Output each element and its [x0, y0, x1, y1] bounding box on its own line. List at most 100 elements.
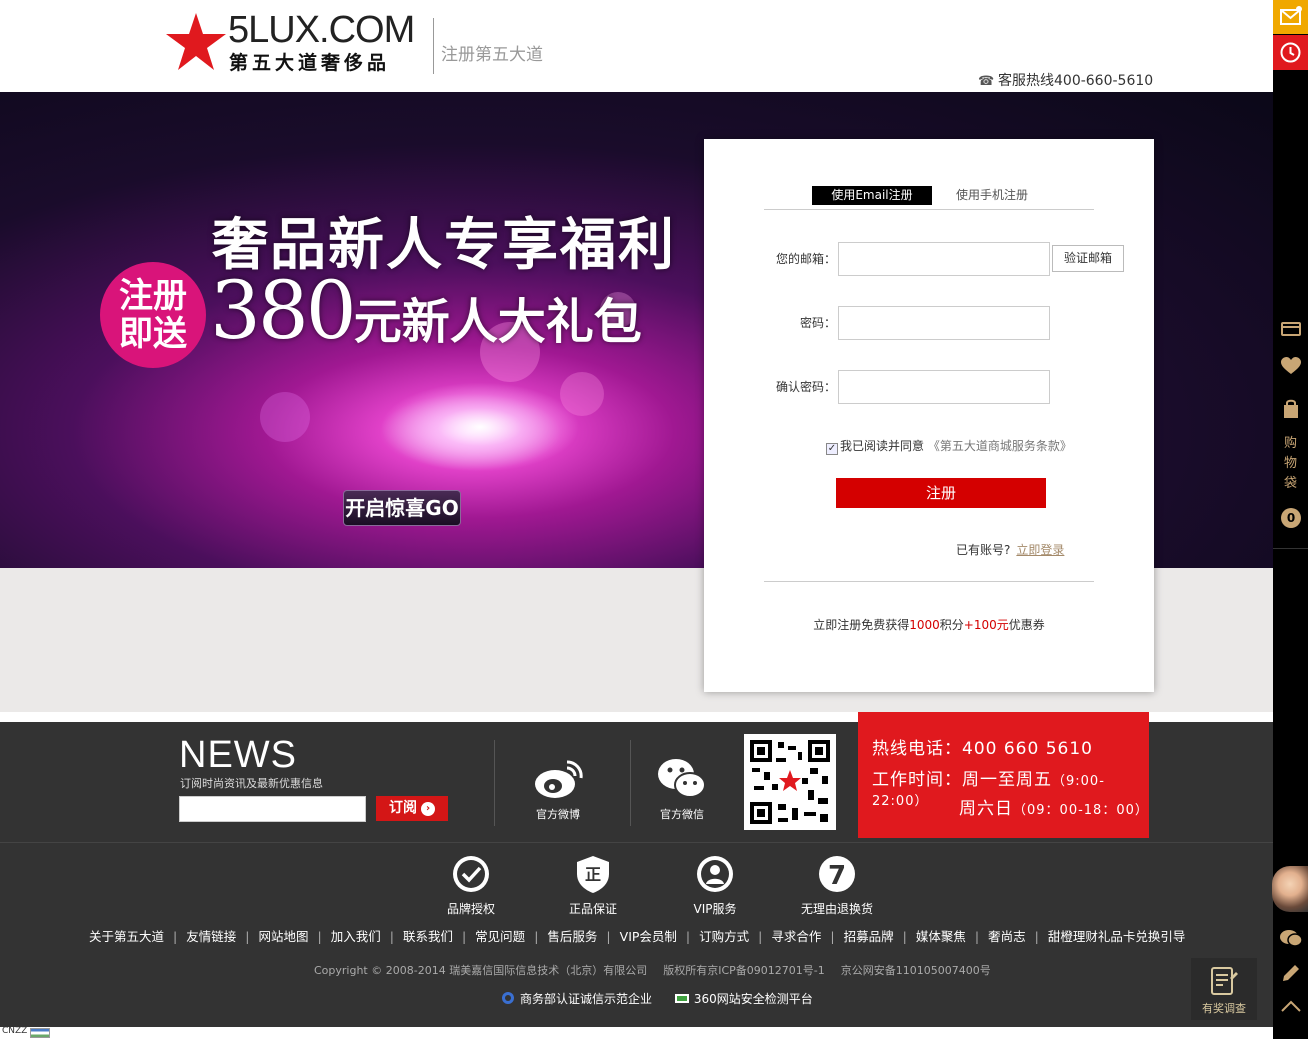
tab-email-register[interactable]: 使用Email注册 — [812, 186, 932, 205]
service-return[interactable]: 7 无理由退换货 — [792, 854, 882, 917]
pencil-icon — [1282, 965, 1299, 981]
logo-subtitle[interactable]: 第五大道奢侈品 — [229, 48, 390, 75]
promo-pre: 立即注册免费获得 — [813, 618, 910, 632]
cert-360[interactable]: 360网站安全检测平台 — [674, 990, 813, 1007]
sidebar-cart-label[interactable]: 购物袋 — [1273, 434, 1308, 494]
confirm-password-field[interactable] — [838, 370, 1050, 404]
email-field[interactable] — [838, 242, 1050, 276]
arrow-right-icon: › — [421, 802, 435, 816]
header-hotline: ☎ 客服热线400-660-5610 — [978, 70, 1153, 90]
certifications: 商务部认证诚信示范企业 360网站安全检测平台 — [500, 990, 831, 1007]
cart-count-badge: 0 — [1281, 508, 1301, 528]
svg-text:正: 正 — [585, 865, 601, 884]
sidebar-feedback[interactable] — [1273, 0, 1308, 34]
phone-icon: ☎ — [978, 74, 995, 89]
register-submit-button[interactable]: 注册 — [836, 478, 1046, 508]
cert-commerce[interactable]: 商务部认证诚信示范企业 — [500, 990, 652, 1007]
service-vip[interactable]: VIP服务 — [670, 854, 760, 917]
password-field[interactable] — [838, 306, 1050, 340]
agree-terms: ✓ 我已阅读并同意 《第五大道商城服务条款》 — [826, 437, 1072, 455]
promo-coupon: +100元 — [963, 618, 1009, 632]
header-divider — [433, 18, 434, 74]
footer-divider — [630, 740, 631, 826]
sidebar-favorites[interactable] — [1273, 356, 1308, 380]
panel-divider — [764, 581, 1094, 582]
heart-icon — [1280, 357, 1301, 374]
banner-go-button[interactable]: 开启惊喜GO — [343, 490, 461, 526]
promo-post: 优惠券 — [1008, 618, 1045, 632]
footer-link[interactable]: 寻求合作 — [762, 926, 830, 945]
cert1-label: 商务部认证诚信示范企业 — [520, 992, 653, 1006]
header: 5LUX.COM 第五大道奢侈品 注册第五大道 ☎ 客服热线400-660-561… — [0, 0, 1273, 92]
newsletter-email-input[interactable] — [179, 796, 366, 822]
promo-points: 1000 — [909, 618, 940, 632]
weixin-link[interactable]: 官方微信 — [642, 756, 722, 822]
logo-text[interactable]: 5LUX.COM — [228, 10, 415, 50]
copyright: Copyright © 2008-2014 瑞美嘉信国际信息技术（北京）有限公司… — [314, 962, 1007, 978]
sidebar-history[interactable] — [1273, 35, 1308, 70]
footer-link[interactable]: 友情链接 — [177, 926, 245, 945]
register-promo: 立即注册免费获得1000积分+100元优惠券 — [704, 616, 1154, 633]
agree-checkbox[interactable]: ✓ — [826, 443, 838, 455]
footer-link[interactable]: 招募品牌 — [835, 926, 903, 945]
hours-weekend-time: （09：00-18：00） — [1013, 803, 1149, 818]
badge-line2: 即送 — [119, 314, 187, 354]
footer-link[interactable]: 售后服务 — [538, 926, 606, 945]
sidebar-cart[interactable] — [1273, 398, 1308, 424]
banner-badge: 注册 即送 — [100, 262, 206, 368]
user-icon — [697, 856, 733, 892]
agree-text: 我已阅读并同意 — [840, 439, 925, 453]
sidebar-back-to-top[interactable] — [1273, 998, 1308, 1018]
tab-phone-register[interactable]: 使用手机注册 — [942, 186, 1042, 205]
news-subtitle: 订阅时尚资讯及最新优惠信息 — [180, 777, 323, 790]
card-icon — [1280, 322, 1301, 336]
login-link[interactable]: 立即登录 — [1016, 543, 1064, 557]
footer-link[interactable]: 联系我们 — [394, 926, 462, 945]
page: 5LUX.COM 第五大道奢侈品 注册第五大道 ☎ 客服热线400-660-561… — [0, 0, 1308, 1039]
police-text[interactable]: 京公网安备110105007400号 — [841, 964, 991, 977]
logo-star-icon[interactable] — [165, 12, 227, 72]
footer-link[interactable]: 媒体聚焦 — [907, 926, 975, 945]
weibo-link[interactable]: 官方微博 — [518, 756, 598, 822]
survey-button[interactable]: 有奖调查 — [1191, 958, 1257, 1020]
footer-link[interactable]: 加入我们 — [322, 926, 390, 945]
footer-link[interactable]: 订购方式 — [690, 926, 758, 945]
banner-offer-text: 元新人大礼包 — [353, 294, 642, 350]
hotline-phone: 热线电话：400 660 5610 — [872, 739, 1093, 759]
service-brand-auth[interactable]: 品牌授权 — [426, 854, 516, 917]
footer-link[interactable]: 奢尚志 — [979, 926, 1035, 945]
globe-badge-icon — [502, 992, 514, 1004]
wechat-qr-code — [744, 734, 836, 830]
footer-link[interactable]: VIP会员制 — [611, 926, 686, 945]
banner-bokeh — [560, 372, 604, 416]
footer-link[interactable]: 网站地图 — [249, 926, 317, 945]
sidebar-edit[interactable] — [1273, 962, 1308, 988]
verify-email-button[interactable]: 验证邮箱 — [1052, 245, 1124, 272]
footer-link[interactable]: 常见问题 — [466, 926, 534, 945]
weibo-label: 官方微博 — [536, 808, 580, 821]
sidebar-card[interactable] — [1273, 320, 1308, 342]
footer-link[interactable]: 关于第五大道 — [80, 926, 173, 945]
icp-text[interactable]: 版权所有京ICP备09012701号-1 — [663, 964, 825, 977]
register-tabs: 使用Email注册 使用手机注册 — [764, 186, 1094, 210]
banner-amount: 380 — [210, 264, 357, 357]
confirm-password-label: 确认密码： — [775, 380, 836, 394]
shield-icon: 正 — [577, 856, 609, 893]
service-genuine[interactable]: 正 正品保证 — [548, 854, 638, 917]
sidebar-chat[interactable] — [1273, 928, 1308, 952]
promo-mid: 积分 — [939, 618, 964, 632]
security-badge-icon — [674, 994, 689, 1003]
banner-bokeh — [260, 392, 310, 442]
survey-note-icon — [1211, 967, 1238, 995]
shopping-bag-icon — [1283, 399, 1298, 418]
saturday-label: 周六日 — [959, 799, 1013, 819]
terms-link[interactable]: 《第五大道商城服务条款》 — [928, 439, 1072, 453]
footer-link[interactable]: 甜橙理财礼品卡兑换引导 — [1039, 926, 1195, 945]
cart-char: 袋 — [1283, 476, 1297, 491]
service-avatar[interactable] — [1272, 866, 1308, 912]
service-label: 品牌授权 — [446, 902, 495, 916]
subscribe-button[interactable]: 订阅 › — [376, 796, 448, 821]
news-title: NEWS — [179, 734, 297, 776]
cnzz-badge[interactable]: CNZZ — [2, 1026, 27, 1036]
cnzz-bar-icon — [30, 1028, 50, 1038]
